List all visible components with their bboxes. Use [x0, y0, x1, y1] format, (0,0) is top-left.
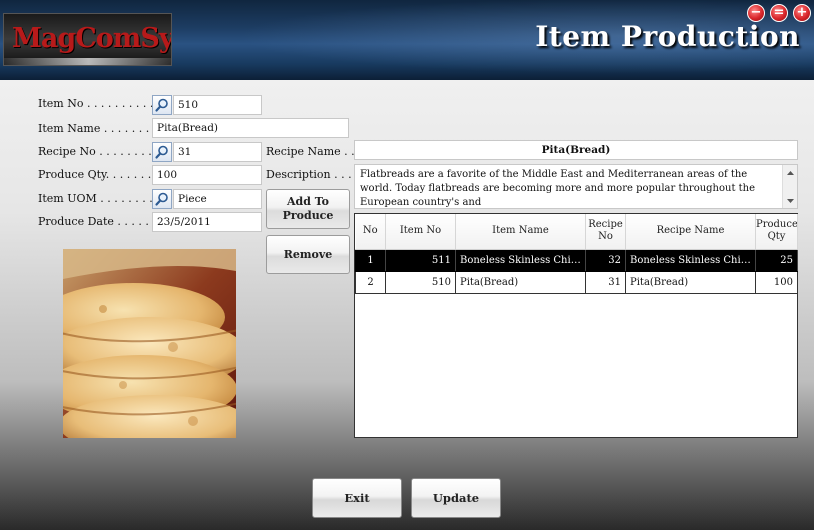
cell-no: 2 [355, 270, 386, 294]
remove-button[interactable]: Remove [266, 235, 350, 274]
item-uom-label: Item UOM . . . . . . . . [38, 192, 153, 205]
column-header-recipe-name[interactable]: Recipe Name [625, 214, 756, 250]
cell-recipe-no: 32 [585, 248, 626, 272]
item-name-input[interactable]: Pita(Bread) [152, 118, 349, 138]
column-header-no[interactable]: No [355, 214, 386, 250]
pita-bread-image [63, 249, 236, 438]
column-header-produce-qty[interactable]: Produce Qty [755, 214, 798, 250]
item-uom-input[interactable]: Piece [173, 189, 262, 209]
logo-text: MagComSys [12, 23, 172, 54]
search-icon [155, 145, 168, 159]
recipe-name-field[interactable]: Pita(Bread) [354, 140, 798, 160]
exit-button[interactable]: Exit [312, 478, 402, 518]
maximize-button[interactable]: + [793, 4, 811, 22]
produce-date-input[interactable]: 23/5/2011 [152, 212, 262, 232]
produce-qty-input[interactable]: 100 [152, 165, 262, 185]
recipe-no-search-button[interactable] [152, 142, 172, 162]
recipe-no-label: Recipe No . . . . . . . . [38, 145, 152, 158]
update-button[interactable]: Update [411, 478, 501, 518]
item-uom-search-button[interactable] [152, 189, 172, 209]
table-row[interactable]: 1 511 Boneless Skinless Chick... 32 Bone… [355, 248, 798, 272]
cell-item-no: 510 [385, 270, 456, 294]
column-header-recipe-no[interactable]: Recipe No [585, 214, 626, 250]
restore-button[interactable]: = [770, 4, 788, 22]
item-no-input[interactable]: 510 [173, 95, 262, 115]
minimize-button[interactable]: − [747, 4, 765, 22]
produce-date-label: Produce Date . . . . . . [38, 215, 156, 228]
item-no-label: Item No . . . . . . . . . . [38, 97, 154, 110]
cell-recipe-no: 31 [585, 270, 626, 294]
column-header-item-no[interactable]: Item No [385, 214, 456, 250]
scroll-arrows-icon [787, 171, 794, 203]
cell-item-name: Pita(Bread) [455, 270, 586, 294]
cell-item-name: Boneless Skinless Chick... [455, 248, 586, 272]
cell-produce-qty: 100 [755, 270, 798, 294]
column-header-item-name[interactable]: Item Name [455, 214, 586, 250]
item-name-label: Item Name . . . . . . . . [38, 122, 157, 135]
item-no-search-button[interactable] [152, 95, 172, 115]
item-photo [63, 249, 236, 438]
cell-produce-qty: 25 [755, 248, 798, 272]
cell-recipe-name: Pita(Bread) [625, 270, 756, 294]
search-icon [155, 192, 168, 206]
cell-recipe-name: Boneless Skinless Chick... [625, 248, 756, 272]
recipe-name-label: Recipe Name . . [266, 145, 355, 158]
description-text: Flatbreads are a favorite of the Middle … [360, 169, 756, 208]
company-logo: MagComSys [3, 13, 172, 66]
cell-no: 1 [355, 248, 386, 272]
produce-qty-label: Produce Qty. . . . . . . [38, 168, 152, 181]
search-icon [155, 98, 168, 112]
production-grid[interactable]: No Item No Item Name Recipe No Recipe Na… [354, 213, 798, 438]
cell-item-no: 511 [385, 248, 456, 272]
table-row[interactable]: 2 510 Pita(Bread) 31 Pita(Bread) 100 [355, 270, 798, 294]
recipe-no-input[interactable]: 31 [173, 142, 262, 162]
description-label: Description . . . [266, 168, 352, 181]
page-title: Item Production [535, 20, 800, 53]
production-table: No Item No Item Name Recipe No Recipe Na… [355, 214, 798, 294]
description-scrollbar[interactable] [782, 165, 797, 208]
add-to-produce-button[interactable]: Add To Produce [266, 189, 350, 229]
header-bar: MagComSys Item Production [0, 0, 814, 80]
description-field[interactable]: Flatbreads are a favorite of the Middle … [354, 164, 798, 209]
